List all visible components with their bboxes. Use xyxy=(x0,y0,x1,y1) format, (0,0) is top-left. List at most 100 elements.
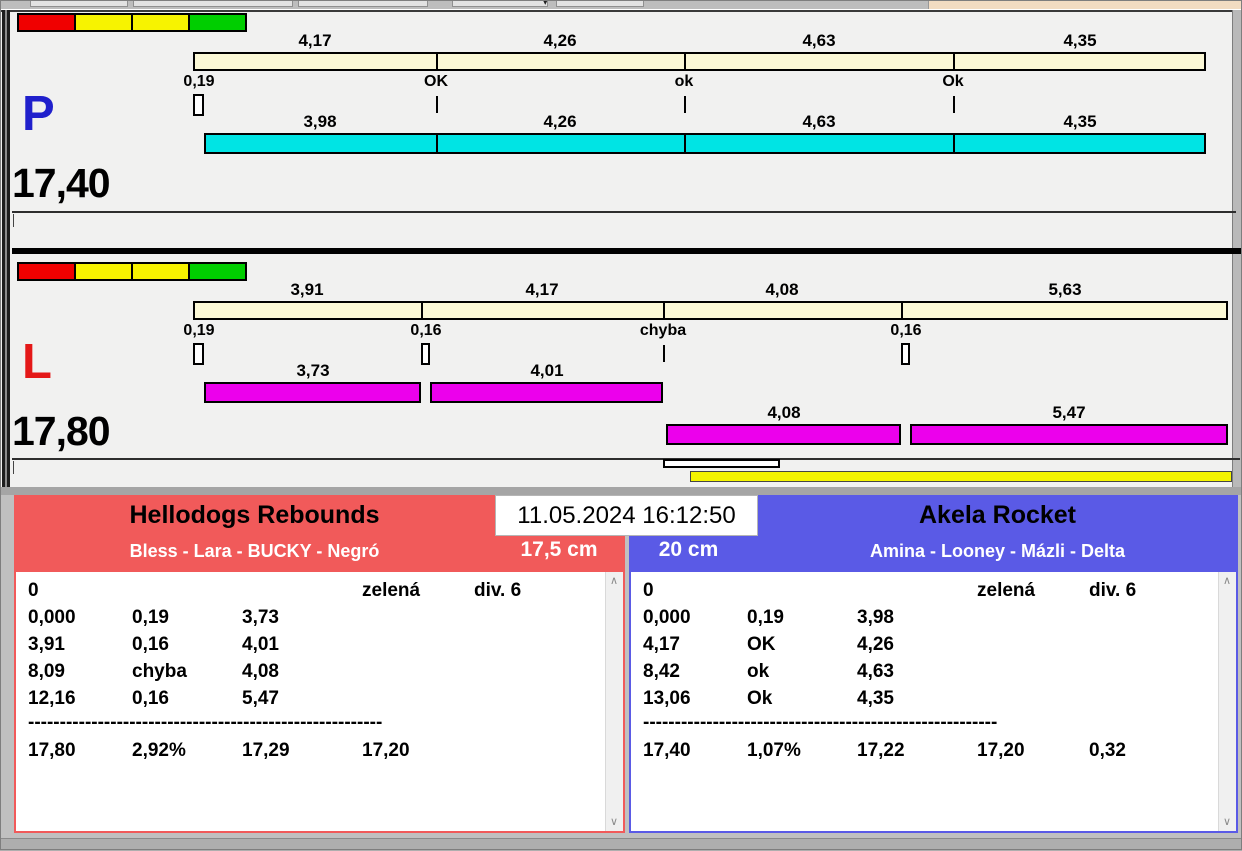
log-cell: 13,06 xyxy=(643,688,691,709)
jump-height-left: 17,5 cm xyxy=(520,538,598,561)
fault-tick xyxy=(684,96,686,113)
run-bar-divider xyxy=(436,133,438,154)
fault-tick xyxy=(953,96,955,113)
lane-baseline-l xyxy=(12,458,1240,460)
toolbar-segment[interactable] xyxy=(452,0,548,7)
log-cell: 12,16 xyxy=(28,688,76,709)
run-time-label: 3,73 xyxy=(296,361,330,380)
split-time-label: 4,17 xyxy=(525,280,559,299)
log-cell: 4,63 xyxy=(857,661,894,682)
split-time-label: 5,63 xyxy=(1048,280,1082,299)
split-time-label: 4,63 xyxy=(802,31,836,50)
status-block xyxy=(131,262,190,281)
split-time-label: 4,35 xyxy=(1063,31,1097,50)
log-cell: 5,47 xyxy=(242,688,279,709)
marker-label: Ok xyxy=(942,73,964,90)
scroll-down-icon[interactable]: ∨ xyxy=(1219,815,1235,829)
datetime-display: 11.05.2024 16:12:50 xyxy=(495,495,758,536)
delay-box xyxy=(193,94,204,116)
lane-panel-l: 3,91 4,17 4,08 5,63 0,19 0,16 chyba 0,16 3,73 4,0… xyxy=(0,259,1242,487)
split-times-bar xyxy=(193,301,1228,320)
log-cell: 17,29 xyxy=(242,740,290,761)
toolbar-segment[interactable] xyxy=(298,0,428,7)
run-bar xyxy=(430,382,663,403)
jump-height-right: 20 cm xyxy=(658,538,719,561)
log-cell: 0,000 xyxy=(643,607,691,628)
log-cell: zelená xyxy=(977,580,1036,601)
toolbar-segment[interactable] xyxy=(556,0,644,7)
log-cell: 3,73 xyxy=(242,607,279,628)
log-cell: 17,22 xyxy=(857,740,905,761)
lane-baseline-p xyxy=(12,211,1236,213)
split-time-label: 4,08 xyxy=(765,280,799,299)
split-time-label: 4,26 xyxy=(543,31,577,50)
run-log-left[interactable]: ∧ ∨ 0 zelená div. 6 0,000 0,19 3,73 3,91 0,16 4,… xyxy=(14,570,625,833)
lane-total-l: 17,80 xyxy=(12,408,111,454)
log-cell: 0,19 xyxy=(747,607,784,628)
log-cell: 17,20 xyxy=(362,740,410,761)
scrollbar[interactable]: ∧ ∨ xyxy=(605,572,623,831)
log-cell: 8,42 xyxy=(643,661,680,682)
run-time-label: 5,47 xyxy=(1052,403,1086,422)
split-times-bar xyxy=(193,52,1206,71)
split-bar-divider xyxy=(421,301,423,320)
log-cell: div. 6 xyxy=(1089,580,1137,601)
log-cell: 1,07% xyxy=(747,740,801,761)
bottom-strip xyxy=(0,838,1242,851)
run-bar xyxy=(666,424,901,445)
log-cell: ----------------------------------------… xyxy=(28,712,383,733)
split-bar-divider xyxy=(953,52,955,71)
team-name-right: Akela Rocket xyxy=(918,501,1077,529)
run-time-label: 4,08 xyxy=(767,403,801,422)
log-cell: 0,16 xyxy=(132,688,169,709)
status-block xyxy=(17,13,76,32)
log-cell: 0 xyxy=(643,580,654,601)
scroll-up-icon[interactable]: ∧ xyxy=(1219,574,1235,588)
marker-label: ok xyxy=(674,73,694,90)
log-cell: 0,000 xyxy=(28,607,76,628)
log-cell: 0 xyxy=(28,580,39,601)
split-time-label: 3,91 xyxy=(290,280,324,299)
log-cell: ----------------------------------------… xyxy=(643,712,998,733)
toolbar-segment[interactable] xyxy=(133,0,293,7)
log-cell: div. 6 xyxy=(474,580,522,601)
log-cell: 4,01 xyxy=(242,634,279,655)
lane-baseline-tick-p xyxy=(13,214,14,227)
marker-label: 0,16 xyxy=(410,322,442,339)
log-cell: 0,19 xyxy=(132,607,169,628)
lane-total-p: 17,40 xyxy=(12,160,111,206)
scroll-down-icon[interactable]: ∨ xyxy=(606,815,622,829)
log-cell: 8,09 xyxy=(28,661,65,682)
marker-label: 0,19 xyxy=(183,73,215,90)
marker-label: OK xyxy=(424,73,448,90)
scroll-up-icon[interactable]: ∧ xyxy=(606,574,622,588)
log-cell: chyba xyxy=(132,661,187,682)
log-cell: 2,92% xyxy=(132,740,186,761)
log-cell: OK xyxy=(747,634,776,655)
run-time-label: 3,98 xyxy=(303,112,337,131)
delay-box xyxy=(901,343,910,365)
marker-label: chyba xyxy=(639,322,687,339)
section-divider xyxy=(12,248,1242,254)
run-log-right[interactable]: ∧ ∨ 0 zelená div. 6 0,000 0,19 3,98 4,17 OK 4,26… xyxy=(629,570,1238,833)
dropdown-caret-icon[interactable]: ▾ xyxy=(543,0,548,8)
log-cell: Ok xyxy=(747,688,773,709)
run-bar xyxy=(204,133,1206,154)
log-cell: 4,08 xyxy=(242,661,279,682)
fault-tick xyxy=(436,96,438,113)
scrollbar[interactable]: ∧ ∨ xyxy=(1218,572,1236,831)
run-time-label: 4,63 xyxy=(802,112,836,131)
toolbar-segment[interactable] xyxy=(30,0,128,7)
split-bar-divider xyxy=(901,301,903,320)
run-bar-divider xyxy=(684,133,686,154)
run-time-label: 4,26 xyxy=(543,112,577,131)
log-cell: 17,40 xyxy=(643,740,691,761)
top-toolbar: ▾ xyxy=(0,0,1242,9)
run-bar xyxy=(204,382,421,403)
log-cell: zelená xyxy=(362,580,421,601)
status-block xyxy=(188,13,247,32)
run-bar-divider xyxy=(953,133,955,154)
split-time-label: 4,17 xyxy=(298,31,332,50)
log-cell: 3,91 xyxy=(28,634,65,655)
panel-top-band xyxy=(0,487,1242,495)
